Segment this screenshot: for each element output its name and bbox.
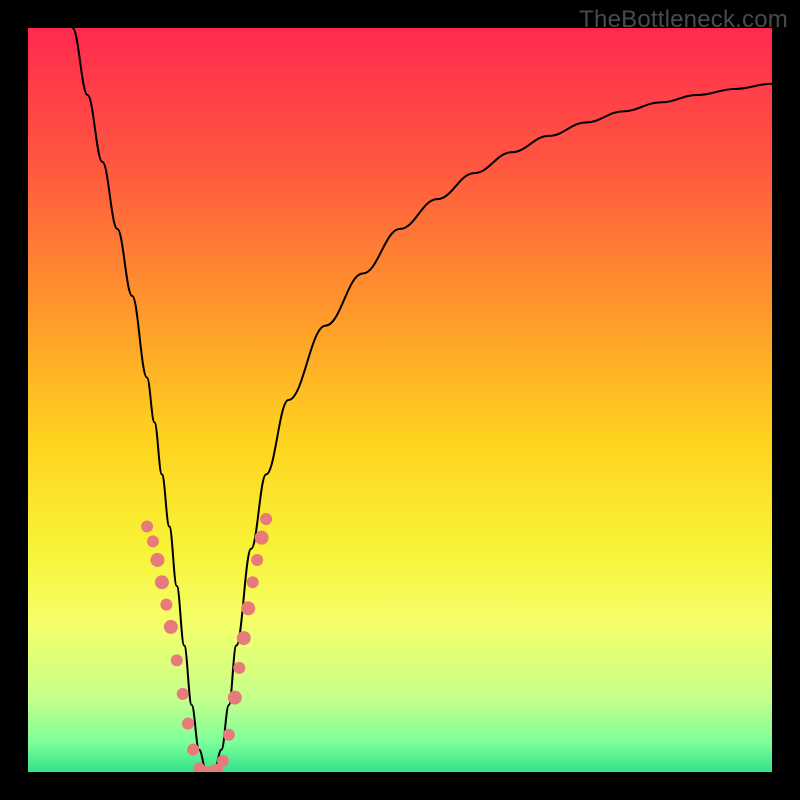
data-marker [141,520,153,532]
data-marker [237,631,251,645]
data-marker [217,755,229,767]
data-marker [241,601,255,615]
data-marker [150,553,164,567]
data-marker [255,531,269,545]
data-marker [160,599,172,611]
data-marker [155,575,169,589]
data-marker [233,662,245,674]
data-marker [187,744,199,756]
watermark-text: TheBottleneck.com [579,6,788,34]
data-marker [251,554,263,566]
data-marker [177,688,189,700]
data-marker [247,576,259,588]
data-marker [147,535,159,547]
plot-area [28,28,772,772]
data-marker [171,654,183,666]
data-marker [164,620,178,634]
chart-frame: TheBottleneck.com [0,0,800,800]
data-marker [223,729,235,741]
data-marker [182,718,194,730]
data-marker [228,691,242,705]
chart-svg [28,28,772,772]
data-marker [260,513,272,525]
gradient-background [28,28,772,772]
